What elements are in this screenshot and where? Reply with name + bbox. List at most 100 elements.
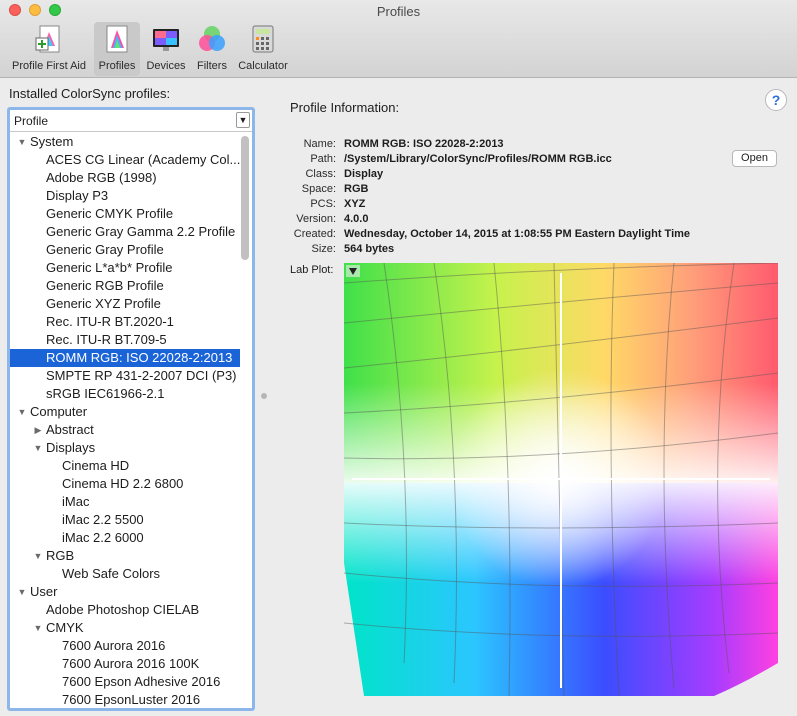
field-key: Size: — [311, 243, 336, 255]
profile-row-label: Computer — [30, 404, 88, 419]
help-button[interactable]: ? — [765, 89, 787, 111]
profile-row[interactable]: sRGB IEC61966-2.1 — [10, 385, 240, 403]
field-value: ROMM RGB: ISO 22028-2:2013 — [344, 138, 504, 150]
profile-row[interactable]: Cinema HD 2.2 6800 — [10, 475, 240, 493]
profile-info-title: Profile Information: — [290, 100, 400, 115]
filters-icon — [199, 26, 225, 51]
profile-row-label: Generic Gray Gamma 2.2 Profile — [46, 224, 236, 239]
profile-row-label: Generic L*a*b* Profile — [46, 260, 173, 275]
toolbar-label: Profiles — [98, 60, 136, 72]
profile-row[interactable]: 7600 Aurora 2016 — [10, 637, 240, 655]
toolbar-profiles[interactable]: Profiles — [94, 22, 140, 76]
field-value: RGB — [344, 183, 369, 195]
column-header[interactable]: Profile ▼ — [10, 110, 252, 132]
profile-row[interactable]: Rec. ITU-R BT.2020-1 — [10, 313, 240, 331]
profile-row-label: Rec. ITU-R BT.2020-1 — [46, 314, 174, 329]
disclosure-closed-icon[interactable]: ▶ — [32, 421, 44, 439]
field-key: Class: — [305, 168, 336, 180]
profile-row-label: Adobe Photoshop CIELAB — [46, 602, 200, 617]
profile-row-label: iMac — [62, 494, 90, 509]
disclosure-open-icon[interactable]: ▼ — [32, 439, 44, 457]
window-title: Profiles — [376, 4, 421, 19]
profile-row-label: iMac 2.2 5500 — [62, 512, 144, 527]
field-key: PCS: — [310, 198, 336, 210]
profile-row-label: 7600 Aurora 2016 100K — [62, 656, 200, 671]
profile-row[interactable]: ▼ Displays — [10, 439, 240, 457]
disclosure-open-icon[interactable]: ▼ — [32, 619, 44, 637]
scrollbar-thumb[interactable] — [241, 136, 249, 260]
column-header-label: Profile — [14, 114, 49, 128]
profile-row[interactable]: Rec. ITU-R BT.709-5 — [10, 331, 240, 349]
profile-row-label: Generic CMYK Profile — [46, 206, 174, 221]
profile-row[interactable]: 7600 Aurora 2016 100K — [10, 655, 240, 673]
profile-row[interactable]: ▼ User — [10, 583, 240, 601]
profile-row-label: Generic Gray Profile — [46, 242, 164, 257]
profile-row[interactable]: Adobe RGB (1998) — [10, 169, 240, 187]
profile-row[interactable]: Generic RGB Profile — [10, 277, 240, 295]
toolbar-filters[interactable]: Filters — [192, 22, 232, 76]
profile-row[interactable]: ROMM RGB: ISO 22028-2:2013 — [10, 349, 240, 367]
profile-row[interactable]: SMPTE RP 431-2-2007 DCI (P3) — [10, 367, 240, 385]
profile-row[interactable]: iMac — [10, 493, 240, 511]
profile-row[interactable]: ▼ Computer — [10, 403, 240, 421]
profile-row-label: User — [30, 584, 58, 599]
toolbar-label: Calculator — [238, 60, 288, 72]
profile-row[interactable]: Display P3 — [10, 187, 240, 205]
open-button[interactable]: Open — [732, 150, 777, 167]
profile-row[interactable]: Generic Gray Gamma 2.2 Profile — [10, 223, 240, 241]
profile-row-label: SMPTE RP 431-2-2007 DCI (P3) — [46, 368, 237, 383]
field-key: Created: — [293, 228, 336, 240]
chevron-down-icon[interactable]: ▼ — [236, 112, 250, 128]
profile-row[interactable]: Web Safe Colors — [10, 565, 240, 583]
toolbar-label: Profile First Aid — [12, 60, 86, 72]
field-key: Path: — [310, 153, 336, 165]
profile-row[interactable]: ▶ Abstract — [10, 421, 240, 439]
profile-row-label: RGB — [46, 548, 75, 563]
installed-profiles-label: Installed ColorSync profiles: — [9, 86, 171, 101]
devices-icon — [153, 29, 179, 51]
profile-row-label: System — [30, 134, 74, 149]
profile-row[interactable]: ▼ CMYK — [10, 619, 240, 637]
profile-row-label: Display P3 — [46, 188, 109, 203]
profile-row[interactable]: ACES CG Linear (Academy Col... — [10, 151, 240, 169]
profile-row-label: iMac 2.2 6000 — [62, 530, 144, 545]
field-value: 4.0.0 — [344, 213, 369, 225]
profile-row[interactable]: Generic XYZ Profile — [10, 295, 240, 313]
split-view-divider[interactable] — [261, 393, 267, 399]
profile-row[interactable]: ▼ System — [10, 133, 240, 151]
profile-row[interactable]: Generic CMYK Profile — [10, 205, 240, 223]
field-value: Wednesday, October 14, 2015 at 1:08:55 P… — [344, 228, 691, 240]
profile-row[interactable]: 7600 Epson Adhesive 2016 — [10, 673, 240, 691]
profile-row-label: Web Safe Colors — [62, 566, 161, 581]
lab-plot-label: Lab Plot: — [290, 264, 334, 276]
profiles-icon — [106, 25, 128, 53]
profile-row-label: sRGB IEC61966-2.1 — [46, 386, 165, 401]
toolbar-devices[interactable]: Devices — [142, 22, 190, 76]
disclosure-open-icon[interactable]: ▼ — [16, 133, 28, 151]
profile-row-label: Generic XYZ Profile — [46, 296, 161, 311]
profile-row[interactable]: ▼ RGB — [10, 547, 240, 565]
profile-row[interactable]: Generic Gray Profile — [10, 241, 240, 259]
profile-row-label: 7600 EpsonLuster 2016 — [62, 692, 201, 707]
profile-rows: ▼ System ACES CG Linear (Academy Col... Ado… — [10, 133, 240, 708]
profile-row-label: ROMM RGB: ISO 22028-2:2013 — [46, 350, 233, 365]
toolbar-profile-first-aid[interactable]: Profile First Aid — [4, 22, 94, 76]
profile-row-label: 7600 Aurora 2016 — [62, 638, 166, 653]
profile-row[interactable]: Generic L*a*b* Profile — [10, 259, 240, 277]
profile-row[interactable]: iMac 2.2 5500 — [10, 511, 240, 529]
profile-row-label: Cinema HD 2.2 6800 — [62, 476, 184, 491]
profile-row[interactable]: Adobe Photoshop CIELAB — [10, 601, 240, 619]
profile-row-label: Generic RGB Profile — [46, 278, 164, 293]
lab-plot[interactable] — [344, 263, 778, 696]
profile-row[interactable]: 7600 EpsonLuster 2016 — [10, 691, 240, 708]
disclosure-open-icon[interactable]: ▼ — [16, 403, 28, 421]
field-value: 564 bytes — [344, 243, 395, 255]
disclosure-open-icon[interactable]: ▼ — [32, 547, 44, 565]
colorsync-window: Profiles Profile First Aid Profiles Devi… — [0, 0, 797, 716]
profile-row[interactable]: iMac 2.2 6000 — [10, 529, 240, 547]
profile-outline-view[interactable]: Profile ▼ ▼ System ACES CG Linear (Academy… — [7, 107, 255, 711]
field-value: XYZ — [344, 198, 366, 210]
profile-row[interactable]: Cinema HD — [10, 457, 240, 475]
disclosure-open-icon[interactable]: ▼ — [16, 583, 28, 601]
toolbar-calculator[interactable]: Calculator — [234, 22, 292, 76]
